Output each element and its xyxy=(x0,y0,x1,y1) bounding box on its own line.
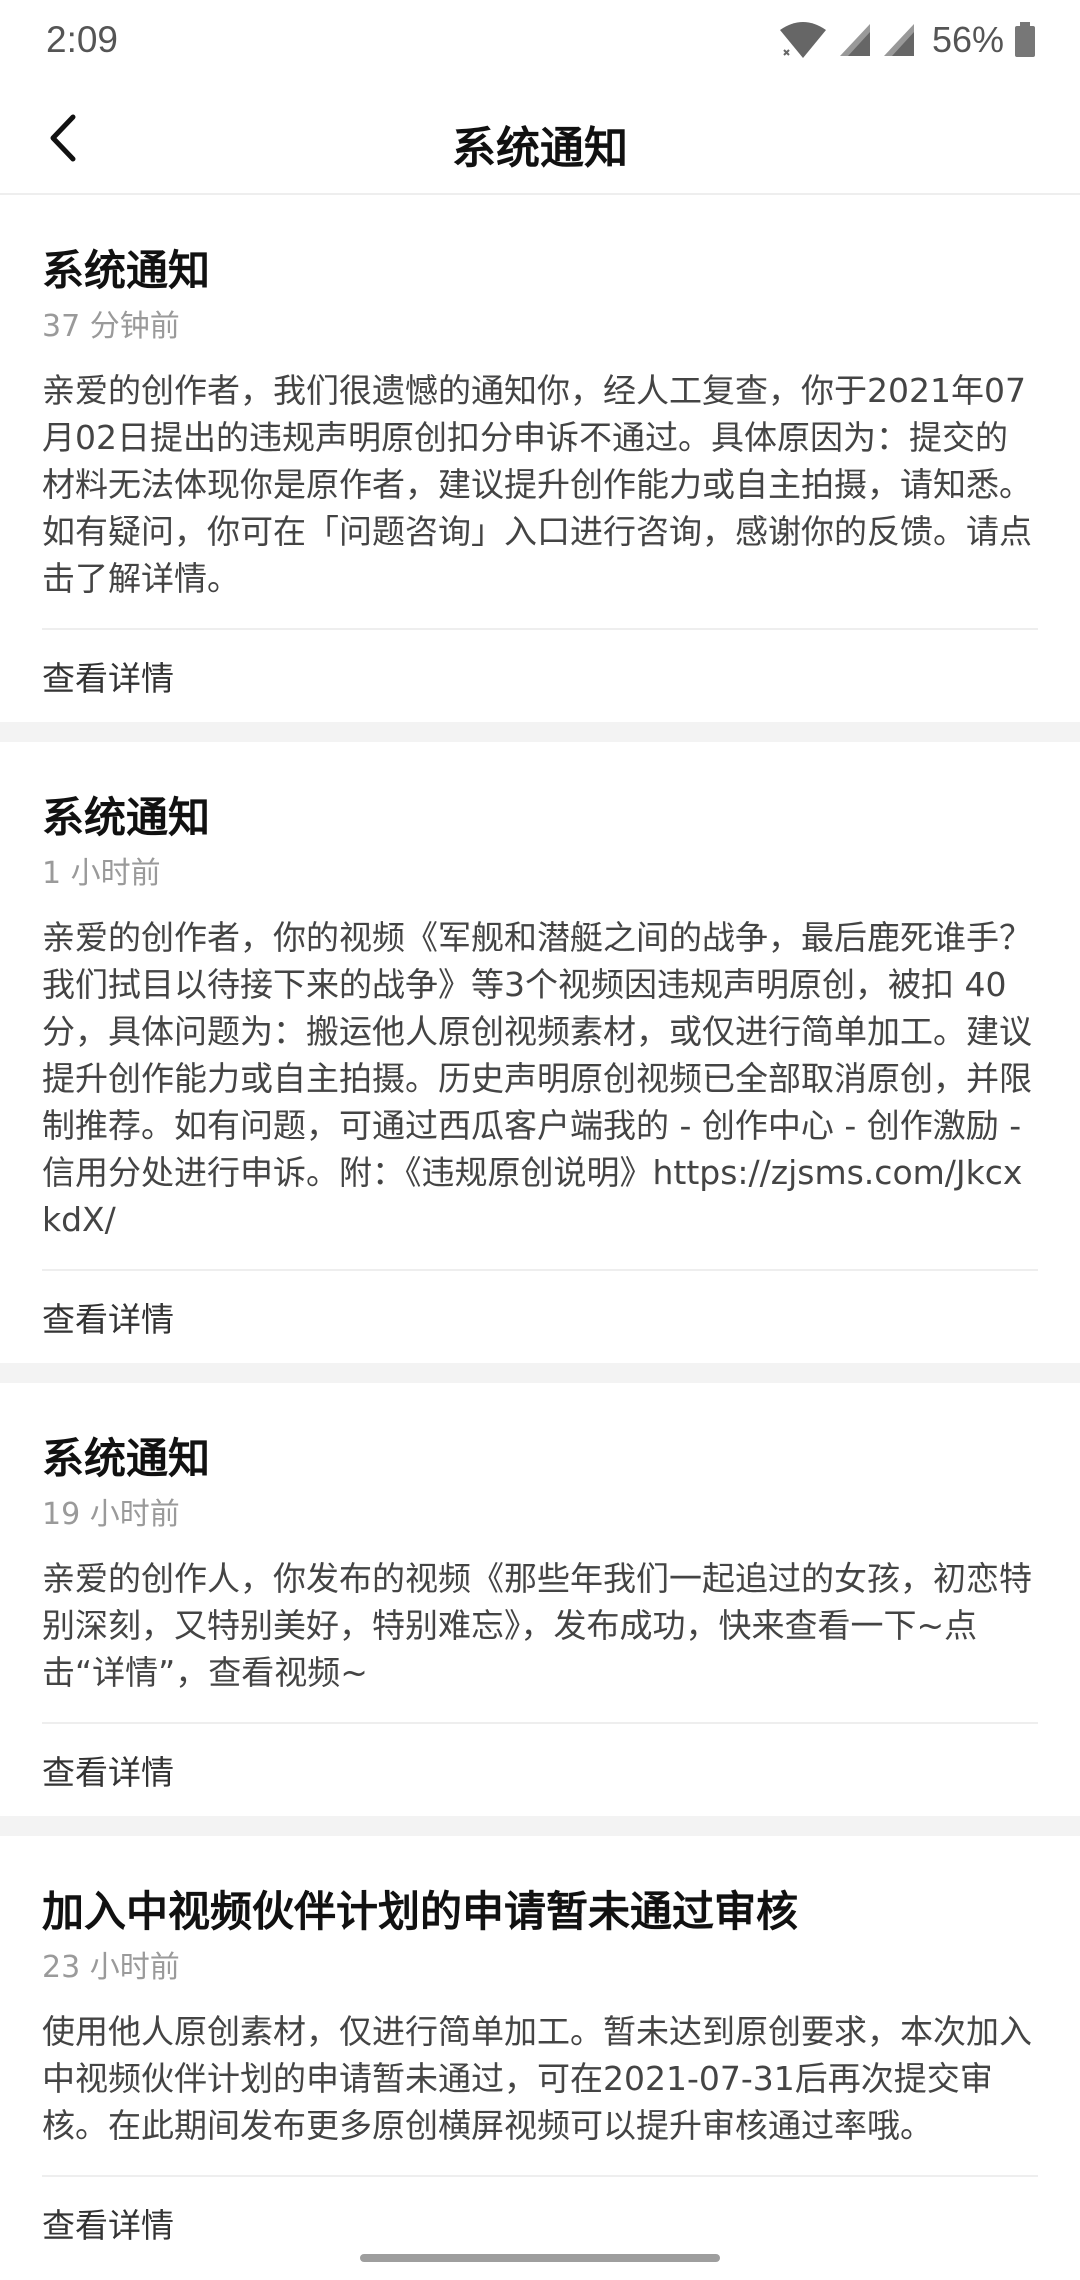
status-icons: 56% xyxy=(778,19,1036,61)
notification-body: 亲爱的创作者，你的视频《军舰和潜艇之间的战争，最后鹿死谁手？我们拭目以待接下来的… xyxy=(42,918,1032,1239)
notification-time: 23 小时前 xyxy=(42,1950,180,1985)
view-details-link[interactable]: 查看详情 xyxy=(42,1724,1038,1816)
notification-card: 加入中视频伙伴计划的申请暂未通过审核 23 小时前 使用他人原创素材，仅进行简单… xyxy=(0,1836,1080,2269)
notification-title: 系统通知 xyxy=(42,1434,211,1483)
notification-body: 亲爱的创作者，我们很遗憾的通知你，经人工复查，你于2021年07月02日提出的违… xyxy=(42,371,1032,598)
cell-signal-1-icon xyxy=(838,22,872,58)
notification-body: 亲爱的创作人，你发布的视频《那些年我们一起追过的女孩，初恋特别深刻，又特别美好，… xyxy=(42,1559,1032,1692)
notification-card: 系统通知 19 小时前 亲爱的创作人，你发布的视频《那些年我们一起追过的女孩，初… xyxy=(0,1383,1080,1816)
notification-card: 系统通知 37 分钟前 亲爱的创作者，我们很遗憾的通知你，经人工复查，你于202… xyxy=(0,195,1080,722)
home-indicator[interactable] xyxy=(360,2254,720,2262)
notification-title: 系统通知 xyxy=(42,246,211,295)
view-details-link[interactable]: 查看详情 xyxy=(42,1271,1038,1363)
status-bar: 2:09 56% xyxy=(0,0,1080,80)
notification-time: 19 小时前 xyxy=(42,1497,180,1532)
wifi-icon xyxy=(778,20,828,60)
cell-signal-2-icon xyxy=(882,22,916,58)
nav-bar: 系统通知 xyxy=(0,80,1080,195)
notification-time: 37 分钟前 xyxy=(42,309,180,344)
section-gap xyxy=(0,1816,1080,1836)
notification-title: 加入中视频伙伴计划的申请暂未通过审核 xyxy=(42,1887,799,1936)
page-title: 系统通知 xyxy=(452,123,628,174)
notification-list[interactable]: 系统通知 37 分钟前 亲爱的创作者，我们很遗憾的通知你，经人工复查，你于202… xyxy=(0,195,1080,2269)
notification-body: 使用他人原创素材，仅进行简单加工。暂未达到原创要求，本次加入中视频伙伴计划的申请… xyxy=(42,2012,1032,2145)
battery-percent: 56% xyxy=(931,19,1004,60)
view-details-link[interactable]: 查看详情 xyxy=(42,630,1038,722)
section-gap xyxy=(0,722,1080,742)
notification-time: 1 小时前 xyxy=(42,856,161,891)
status-time: 2:09 xyxy=(46,19,119,60)
section-gap xyxy=(0,1363,1080,1383)
battery-icon xyxy=(1014,22,1036,58)
notification-card: 系统通知 1 小时前 亲爱的创作者，你的视频《军舰和潜艇之间的战争，最后鹿死谁手… xyxy=(0,742,1080,1363)
notification-title: 系统通知 xyxy=(42,793,211,842)
